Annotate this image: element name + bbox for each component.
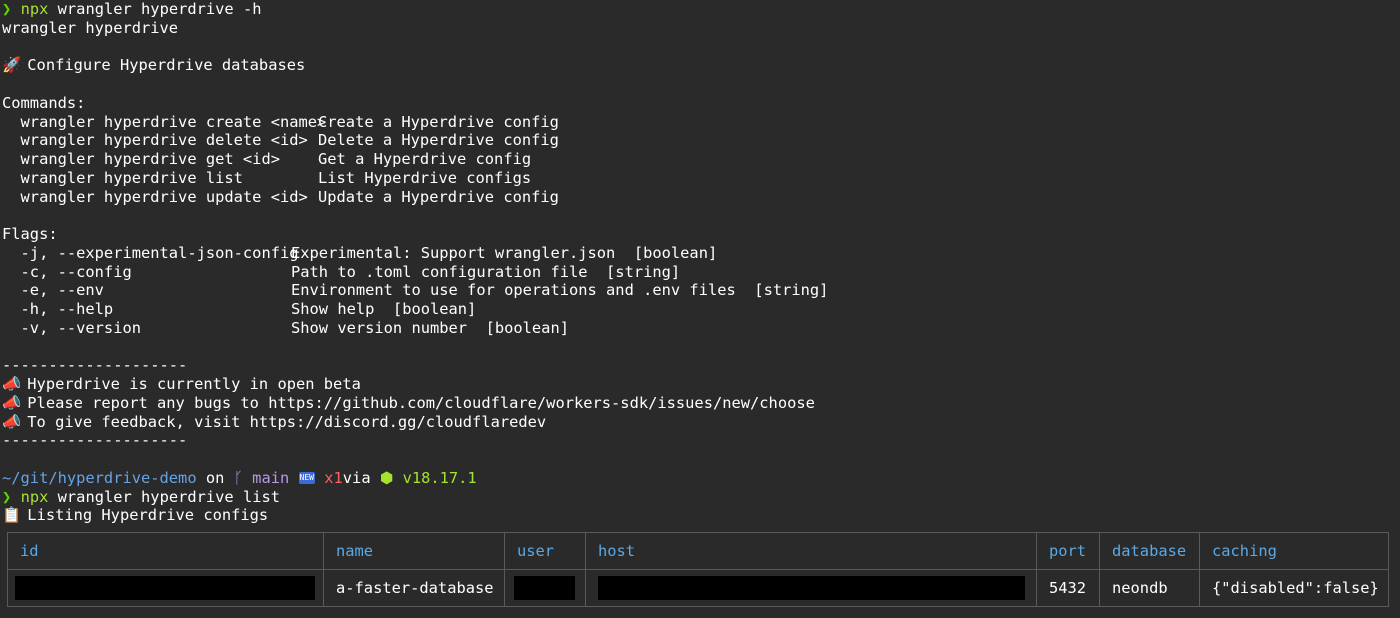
column-header-user: user <box>504 532 586 570</box>
shell-status-line: ~/git/hyperdrive-demo on ᚴ main NEW x1vi… <box>2 468 477 487</box>
column-header-caching: caching <box>1199 532 1389 570</box>
command-args: wrangler hyperdrive list <box>48 487 281 506</box>
flag-row: -h, --help Show help [boolean] <box>2 300 477 318</box>
git-branch-icon: ᚴ <box>233 468 243 487</box>
table-row: a-faster-database 5432 neondb {"disabled… <box>7 569 1389 607</box>
column-header-host: host <box>585 532 1037 570</box>
flag-row: -j, --experimental-json-configExperiment… <box>2 243 718 262</box>
hyperdrive-configs-table: id name user host port database caching … <box>7 532 1389 607</box>
new-badge: NEW <box>298 472 315 485</box>
beta-notice: 📣 Please report any bugs to https://gith… <box>2 393 815 412</box>
cell-id <box>7 569 324 607</box>
terminal-output: ❯ npx wrangler hyperdrive -h wrangler hy… <box>2 0 1398 525</box>
megaphone-icon: 📣 <box>2 412 22 431</box>
redacted-host <box>598 576 1025 600</box>
cell-database: neondb <box>1099 569 1200 607</box>
clipboard-icon: 📋 <box>2 506 22 525</box>
commands-list: wrangler hyperdrive create <name>Create … <box>2 113 1398 207</box>
command-row: wrangler hyperdrive create <name>Create … <box>2 112 559 131</box>
command-program: npx <box>20 487 49 506</box>
prompt-arrow-icon: ❯ <box>2 487 12 506</box>
cell-port: 5432 <box>1036 569 1100 607</box>
table-header-row: id name user host port database caching <box>7 532 1389 570</box>
modified-count: x1 <box>314 468 343 487</box>
separator: -------------------- <box>2 431 188 450</box>
rocket-icon: 🚀 <box>2 56 22 75</box>
command-row: wrangler hyperdrive get <id> Get a Hyperd… <box>2 150 532 168</box>
command-args: wrangler hyperdrive -h <box>48 0 262 18</box>
node-version: v18.17.1 <box>393 468 477 487</box>
command-row: wrangler hyperdrive update <id> Update a … <box>2 187 559 206</box>
beta-notice: 📣 To give feedback, visit https://discor… <box>2 412 547 431</box>
prompt-arrow-icon: ❯ <box>2 0 12 18</box>
column-header-database: database <box>1099 532 1200 570</box>
beta-notice: 📣 Hyperdrive is currently in open beta <box>2 375 361 393</box>
command-program: npx <box>20 0 49 18</box>
megaphone-icon: 📣 <box>2 393 22 412</box>
listing-line: 📋 Listing Hyperdrive configs <box>2 506 269 525</box>
cell-user <box>504 569 586 607</box>
usage-line: wrangler hyperdrive <box>2 18 179 37</box>
help-description: 🚀 Configure Hyperdrive databases <box>2 56 306 75</box>
flags-header: Flags: <box>2 225 58 243</box>
flag-row: -c, --config Path to .toml configuration … <box>2 262 681 281</box>
flags-list: -j, --experimental-json-configExperiment… <box>2 244 1398 338</box>
column-header-port: port <box>1036 532 1100 570</box>
redacted-user <box>514 576 575 600</box>
flag-row: -e, --env Environment to use for operatio… <box>2 281 829 300</box>
commands-header: Commands: <box>2 93 86 112</box>
cell-host <box>585 569 1037 607</box>
column-header-id: id <box>7 532 324 570</box>
command-line: ❯ npx wrangler hyperdrive list <box>2 488 1398 507</box>
flag-row: -v, --version Show version number [boolea… <box>2 318 569 337</box>
command-row: wrangler hyperdrive list List Hyperdrive … <box>2 168 532 187</box>
nodejs-icon: ⬢ <box>379 468 394 487</box>
command-row: wrangler hyperdrive delete <id> Delete a … <box>2 131 559 150</box>
column-header-name: name <box>323 532 505 570</box>
command-line: ❯ npx wrangler hyperdrive -h <box>2 0 1398 19</box>
megaphone-icon: 📣 <box>2 375 22 393</box>
cell-name: a-faster-database <box>323 569 505 607</box>
git-branch-name: main <box>242 468 299 487</box>
cell-caching: {"disabled":false} <box>1199 569 1389 607</box>
current-directory: ~/git/hyperdrive-demo <box>2 468 197 487</box>
separator: -------------------- <box>2 356 188 375</box>
redacted-id <box>15 576 315 600</box>
